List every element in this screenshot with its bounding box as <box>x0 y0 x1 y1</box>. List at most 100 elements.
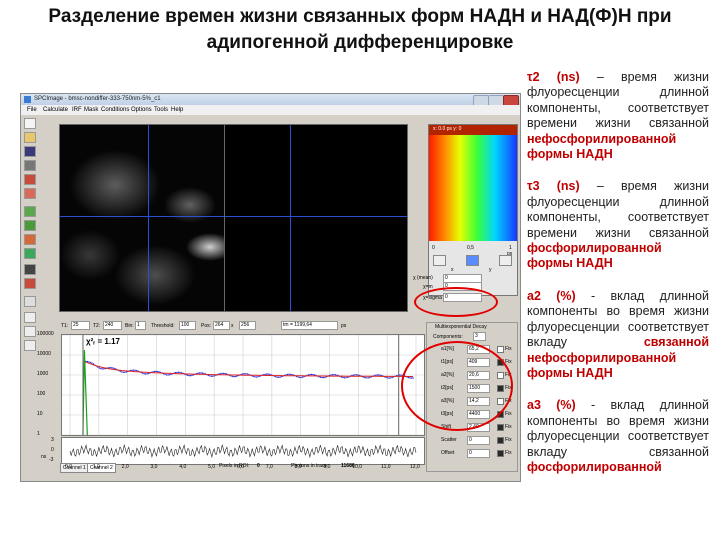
residuals-svg <box>69 443 417 459</box>
arrow-icon[interactable] <box>24 206 36 217</box>
decay-point <box>387 377 389 379</box>
auto-scale-button[interactable] <box>466 255 479 266</box>
pos-y-field[interactable]: 256 <box>239 321 256 330</box>
t2-field[interactable]: 240 <box>103 321 122 330</box>
image-icon[interactable] <box>24 278 36 289</box>
decay-point <box>276 376 278 378</box>
decay-plot[interactable]: χ²ᵣ = 1.17 <box>61 334 425 436</box>
decay-point <box>113 367 115 370</box>
palette-icon[interactable] <box>24 248 36 259</box>
fit-param-label: Offset <box>441 450 455 456</box>
t2-label: T2: <box>93 323 101 329</box>
decay-point <box>191 374 193 377</box>
intensity-image[interactable] <box>59 124 239 312</box>
t1-label: T1: <box>61 323 69 329</box>
decay-point <box>289 373 292 376</box>
menu-conditions[interactable]: Conditions <box>101 107 129 113</box>
decay-point <box>177 371 180 373</box>
menu-mask[interactable]: Mask <box>84 107 98 113</box>
decay-point <box>331 374 334 376</box>
hand-icon[interactable] <box>24 340 36 351</box>
decay-point <box>165 374 168 376</box>
decay-point <box>133 369 135 371</box>
bin-field[interactable]: 1 <box>135 321 146 330</box>
spcimage-window: SPCImage - bmsc-nondiffer-333-750nm-5%_c… <box>20 93 521 482</box>
color-scale-bar[interactable] <box>429 125 517 241</box>
menu-tools[interactable]: Tools <box>154 107 168 113</box>
decay-point <box>297 376 299 378</box>
lock-icon[interactable] <box>24 174 36 185</box>
decay-point <box>346 376 349 379</box>
menu-options[interactable]: Options <box>131 107 152 113</box>
tm-value: tm = 1199,64 <box>283 322 312 328</box>
folder-open-icon[interactable] <box>24 132 36 143</box>
fix-checkbox[interactable] <box>497 346 504 353</box>
note-tail: фосфорилированной <box>527 459 662 474</box>
fit-param-field[interactable]: 0 <box>467 449 490 458</box>
decay-point <box>197 372 199 374</box>
document-icon[interactable] <box>24 118 36 129</box>
fix-checkbox[interactable] <box>497 424 504 431</box>
x-tick-label: 2,0 <box>121 464 129 470</box>
tick-label: 0,5 <box>467 245 474 251</box>
y-tick-label: 10 <box>37 411 43 417</box>
decay-point <box>125 371 127 373</box>
decay-point <box>233 376 235 378</box>
t1-field[interactable]: 25 <box>71 321 90 330</box>
unlock-icon[interactable] <box>24 188 36 199</box>
decay-point <box>224 372 226 375</box>
fix-checkbox[interactable] <box>497 450 504 457</box>
decay-point <box>103 368 105 370</box>
glasses-icon[interactable] <box>24 296 36 307</box>
image-icon[interactable] <box>24 264 36 275</box>
resid-tick: -3 <box>49 457 54 463</box>
decay-point <box>267 373 269 375</box>
fix-label: Fix <box>505 346 512 352</box>
arrow-icon[interactable] <box>24 220 36 231</box>
decay-point <box>142 372 144 374</box>
decay-point <box>198 372 201 374</box>
decay-point <box>257 376 259 378</box>
tm-unit: ps <box>341 323 347 329</box>
zoom-out-scale-button[interactable] <box>433 255 446 266</box>
decay-point <box>143 373 145 375</box>
pixels-value: 0 <box>257 463 260 469</box>
decay-point <box>376 374 378 376</box>
decay-point <box>354 374 356 376</box>
fix-label: Fix <box>505 437 512 443</box>
decay-point <box>243 373 245 375</box>
pixels-label: Pixels in ROI: <box>219 463 250 469</box>
save-icon[interactable] <box>24 146 36 157</box>
print-icon[interactable] <box>24 160 36 171</box>
fit-param-label: Scatter <box>441 437 457 443</box>
x-tick-label: 12,0 <box>410 464 420 470</box>
fix-label: Fix <box>505 450 512 456</box>
y-tick-label: 1000 <box>37 371 49 377</box>
decay-point <box>98 367 101 369</box>
palette-icon[interactable] <box>24 234 36 245</box>
zoom-in-scale-button[interactable] <box>499 255 512 266</box>
lifetime-image[interactable] <box>224 124 408 312</box>
x-unit: ns <box>41 454 47 460</box>
x-tick-label: 5,0 <box>208 464 216 470</box>
pos-x-field[interactable]: 264 <box>213 321 230 330</box>
menu-irf[interactable]: IRF <box>72 107 82 113</box>
note-text: – время жизни флуоресценции длинной комп… <box>527 179 709 240</box>
components-field[interactable]: 3 <box>473 332 486 341</box>
decay-point <box>258 375 260 378</box>
fit-param-field[interactable]: 0 <box>467 436 490 445</box>
menu-calculate[interactable]: Calculate <box>43 107 68 113</box>
decay-point <box>334 374 337 376</box>
fix-checkbox[interactable] <box>497 437 504 444</box>
tab-channel-2[interactable]: Channel 2 <box>87 463 116 473</box>
menu-help[interactable]: Help <box>171 107 183 113</box>
decay-point <box>201 372 204 374</box>
decay-point <box>134 369 136 371</box>
threshold-field[interactable]: 100 <box>179 321 196 330</box>
decay-point <box>210 375 213 377</box>
t1-value: 25 <box>73 322 79 328</box>
decay-point <box>322 376 325 379</box>
fix-label: Fix <box>505 424 512 430</box>
decay-point <box>219 373 222 375</box>
menu-file[interactable]: File <box>27 107 37 113</box>
